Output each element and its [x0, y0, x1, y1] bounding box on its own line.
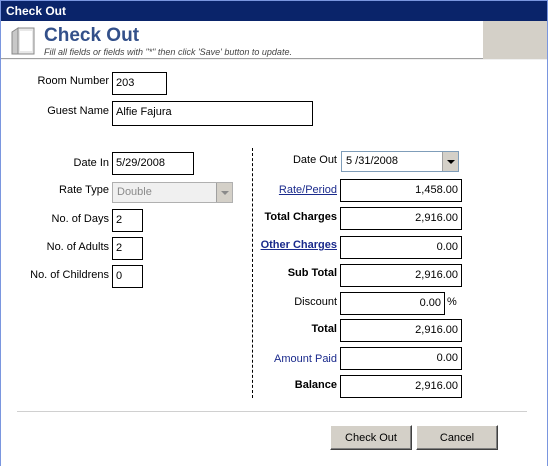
- check-out-window: Check Out Check Out Fill all fields or f…: [0, 0, 548, 466]
- discount-field[interactable]: 0.00: [340, 292, 445, 315]
- document-icon: [11, 27, 35, 55]
- discount-label: Discount: [294, 296, 337, 308]
- total-field[interactable]: 2,916.00: [340, 319, 462, 342]
- guest-name-field[interactable]: Alfie Fajura: [112, 101, 313, 126]
- percent-sign: %: [447, 296, 457, 308]
- num-adults-label: No. of Adults: [46, 241, 109, 253]
- window-title-bar: Check Out: [1, 1, 547, 21]
- form-instructions: Fill all fields or fields with "*" then …: [44, 47, 292, 57]
- date-out-value: 5 /31/2008: [346, 155, 398, 167]
- sub-total-label: Sub Total: [287, 267, 337, 279]
- balance-label: Balance: [294, 379, 337, 391]
- form-title: Check Out: [44, 25, 140, 46]
- num-adults-field[interactable]: 2: [112, 237, 143, 260]
- window-title: Check Out: [6, 4, 67, 18]
- total-charges-field[interactable]: 2,916.00: [340, 207, 462, 230]
- chevron-down-icon[interactable]: [442, 152, 458, 171]
- cancel-button[interactable]: Cancel: [416, 425, 498, 450]
- num-childrens-label: No. of Childrens: [30, 269, 109, 281]
- column-divider: [252, 148, 253, 398]
- rate-type-label: Rate Type: [59, 184, 109, 196]
- rate-period-field[interactable]: 1,458.00: [340, 179, 462, 202]
- num-days-label: No. of Days: [51, 213, 109, 225]
- other-charges-field[interactable]: 0.00: [340, 236, 462, 259]
- amount-paid-label: Amount Paid: [274, 353, 337, 365]
- check-out-button[interactable]: Check Out: [330, 425, 412, 450]
- other-charges-link[interactable]: Other Charges: [261, 239, 337, 251]
- sub-total-field[interactable]: 2,916.00: [340, 264, 462, 287]
- date-out-label: Date Out: [292, 154, 337, 166]
- form-header: Check Out Fill all fields or fields with…: [1, 21, 547, 59]
- rate-type-select[interactable]: Double: [112, 182, 233, 203]
- guest-name-label: Guest Name: [47, 105, 109, 117]
- balance-field[interactable]: 2,916.00: [340, 375, 462, 398]
- room-number-field[interactable]: 203: [112, 72, 167, 95]
- num-days-field[interactable]: 2: [112, 209, 143, 232]
- num-childrens-field[interactable]: 0: [112, 265, 143, 288]
- date-out-picker[interactable]: 5 /31/2008: [341, 151, 459, 172]
- chevron-down-icon: [216, 183, 232, 202]
- date-in-field[interactable]: 5/29/2008: [112, 152, 194, 175]
- room-number-label: Room Number: [37, 75, 109, 87]
- total-charges-label: Total Charges: [264, 211, 337, 223]
- rate-period-link[interactable]: Rate/Period: [279, 184, 337, 196]
- form-body: Room Number 203 Guest Name Alfie Fajura …: [1, 60, 547, 466]
- total-label: Total: [311, 323, 337, 335]
- header-side-panel: [483, 21, 547, 59]
- rate-type-value: Double: [117, 186, 152, 198]
- amount-paid-field[interactable]: 0.00: [340, 347, 462, 370]
- date-in-label: Date In: [73, 157, 109, 169]
- button-divider: [17, 411, 527, 412]
